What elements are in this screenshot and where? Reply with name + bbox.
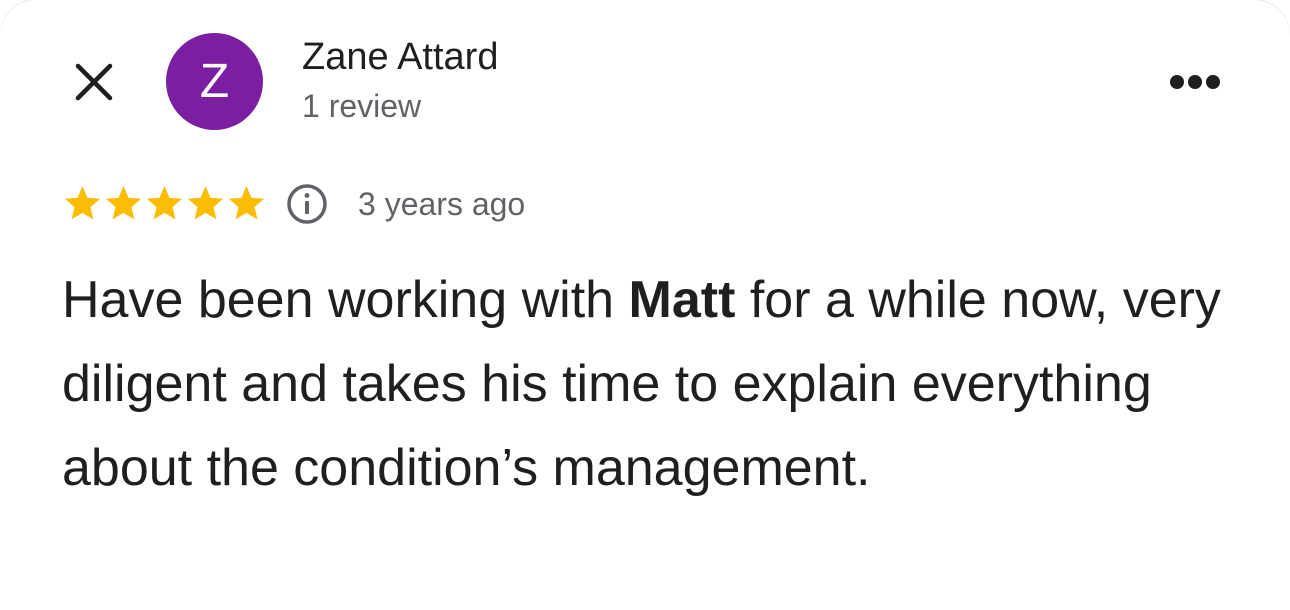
info-button[interactable] (286, 183, 328, 225)
reviewer-name[interactable]: Zane Attard (302, 36, 498, 79)
close-button[interactable] (62, 50, 126, 114)
review-text-bold-name: Matt (628, 271, 736, 329)
close-icon (75, 63, 113, 101)
star-icon (146, 186, 183, 220)
more-options-button[interactable] (1160, 56, 1230, 108)
more-horiz-icon (1170, 75, 1220, 89)
star-icon (228, 186, 265, 220)
info-icon (287, 184, 327, 224)
review-card: Z Zane Attard 1 review 3 years ago Have … (0, 0, 1290, 610)
avatar-initial: Z (199, 54, 230, 108)
star-icon (64, 186, 101, 220)
review-date: 3 years ago (358, 186, 526, 222)
review-text: Have been working with Matt for a while … (62, 258, 1242, 510)
star-icon (105, 186, 142, 220)
review-text-start: Have been working with (62, 271, 629, 329)
avatar[interactable]: Z (166, 33, 263, 130)
reviewer-review-count: 1 review (302, 88, 422, 124)
star-icon (187, 186, 224, 220)
star-rating (62, 183, 267, 224)
